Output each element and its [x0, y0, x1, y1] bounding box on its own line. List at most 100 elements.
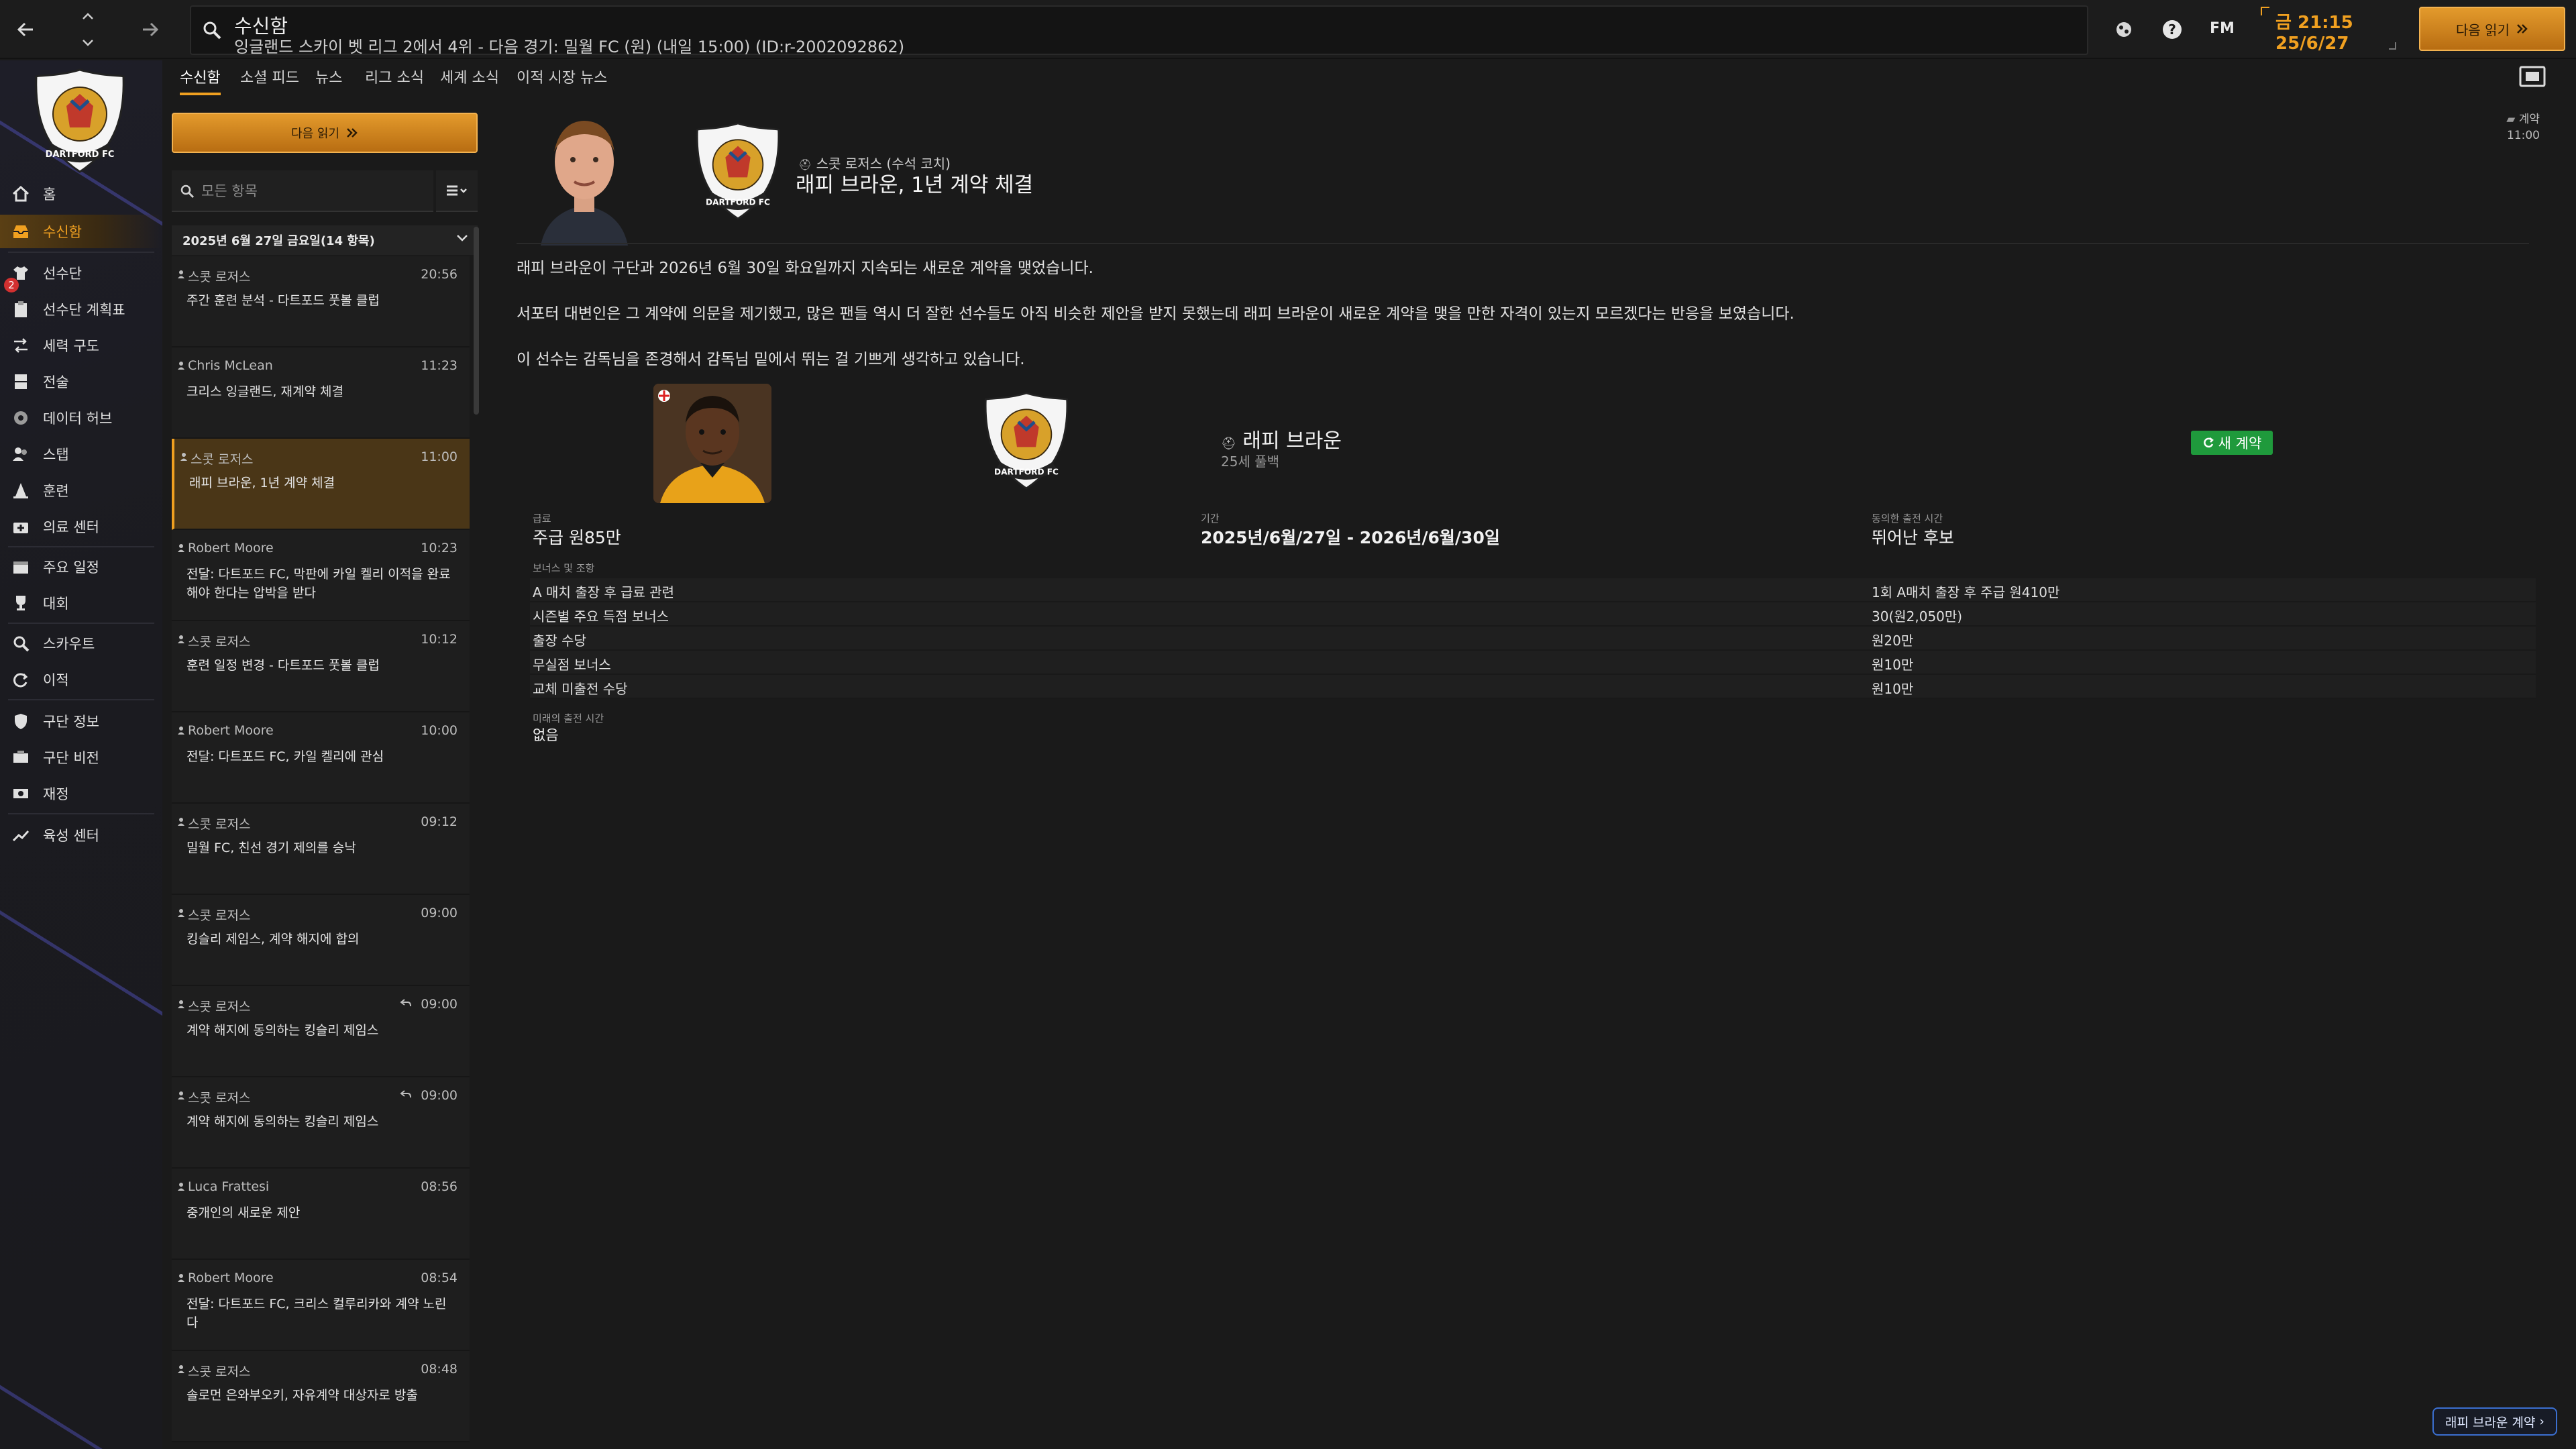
game-date: 25/6/27 [2275, 34, 2349, 54]
back-button[interactable] [12, 16, 39, 43]
forward-arrow-icon [143, 22, 159, 37]
sidebar-item-label: 대회 [43, 596, 69, 612]
message-row[interactable]: 스콧 로저스 09:00 킹슬리 제임스, 계약 해지에 합의 [172, 895, 470, 986]
transfer-icon [11, 669, 31, 690]
message-row[interactable]: Robert Moore 10:23 전달: 다트포드 FC, 막판에 카일 켈리 … [172, 530, 470, 621]
sidebar-item-label: 육성 센터 [43, 828, 99, 844]
cone-icon [11, 480, 31, 500]
message-row[interactable]: 스콧 로저스 10:12 훈련 일정 변경 - 다트포드 풋볼 클럽 [172, 621, 470, 712]
sidebar-item-squad-planner[interactable]: 선수단 계획표 [0, 292, 162, 326]
help-icon[interactable]: ? [2160, 17, 2184, 42]
message-time: 11:23 [421, 358, 458, 373]
message-row[interactable]: Luca Frattesi 08:56 중개인의 새로운 제안 [172, 1169, 470, 1260]
sidebar-item-club-vision[interactable]: 구단 비전 [0, 741, 162, 774]
sidebar-item-competitions[interactable]: 대회 [0, 586, 162, 620]
message-row[interactable]: 스콧 로저스 09:12 밀월 FC, 친선 경기 제의를 승낙 [172, 804, 470, 895]
tab-social-feed[interactable]: 소셜 피드 [240, 66, 299, 93]
vision-icon [11, 747, 31, 767]
message-category: ▰ 계약 11:00 [2506, 111, 2540, 144]
person-icon [177, 635, 185, 644]
status-badge: 새 계약 [2191, 431, 2273, 455]
sidebar-item-dynamics[interactable]: 세력 구도 [0, 329, 162, 362]
tab-league-news[interactable]: 리그 소식 [365, 66, 424, 93]
message-subject: 계약 해지에 동의하는 킹슬리 제임스 [186, 1114, 379, 1129]
read-next-button[interactable]: 다음 읽기 [172, 113, 478, 153]
player-contract-button[interactable]: 래피 브라운 계약 › [2432, 1407, 2557, 1436]
game-time: 금 21:15 [2275, 13, 2353, 33]
sidebar-item-inbox[interactable]: 수신함 [0, 215, 162, 248]
sidebar-divider [8, 623, 154, 624]
sidebar-item-tactics[interactable]: 전술 [0, 365, 162, 398]
tab-transfer-news[interactable]: 이적 시장 뉴스 [517, 66, 607, 93]
history-up-button[interactable] [79, 8, 97, 24]
sidebar-item-medical[interactable]: 의료 센터 [0, 510, 162, 543]
sidebar-item-staff[interactable]: 스탭 [0, 437, 162, 471]
message-row[interactable]: Robert Moore 08:54 전달: 다트포드 FC, 크리스 컬루리카와 … [172, 1260, 470, 1351]
message-search-input[interactable] [201, 180, 423, 203]
sidebar-item-squad[interactable]: 선수단 [0, 256, 162, 290]
message-time: 20:56 [421, 267, 458, 282]
club-crest[interactable]: DARTFORD FC [691, 121, 785, 221]
sidebar-item-data-hub[interactable]: 데이터 허브 [0, 401, 162, 435]
sidebar-item-transfers[interactable]: 이적 [0, 663, 162, 696]
sidebar-item-finances[interactable]: 재정 [0, 777, 162, 810]
message-row[interactable]: 스콧 로저스 09:00 계약 해지에 동의하는 킹슬리 제임스 [172, 986, 470, 1077]
sidebar-item-schedule[interactable]: 주요 일정 [0, 550, 162, 584]
message-subject: 크리스 잉글랜드, 재계약 체결 [186, 384, 343, 399]
club-crest[interactable]: DARTFORD FC [979, 390, 1073, 491]
chevron-right-icon: › [2539, 1414, 2545, 1429]
message-sender: Robert Moore [188, 723, 274, 738]
tab-inbox[interactable]: 수신함 [180, 66, 221, 95]
message-row[interactable]: 스콧 로저스 08:48 솔로먼 은와부오키, 자유계약 대상자로 방출 [172, 1351, 470, 1442]
message-row[interactable]: Chris McLean 11:23 크리스 잉글랜드, 재계약 체결 [172, 347, 470, 439]
bonus-value: 30(원2,050만) [1872, 608, 1963, 625]
sidebar-item-training[interactable]: 훈련 [0, 474, 162, 507]
list-scrollbar[interactable] [474, 227, 479, 415]
finance-icon [11, 784, 31, 804]
history-down-button[interactable] [79, 35, 97, 51]
message-time: 08:54 [421, 1271, 458, 1285]
tab-news[interactable]: 뉴스 [315, 66, 342, 93]
continue-button[interactable]: 다음 읽기 [2419, 7, 2565, 51]
sidebar-item-label: 구단 정보 [43, 714, 99, 730]
bonus-label: 출장 수당 [533, 633, 586, 649]
club-crest[interactable]: DARTFORD FC [30, 67, 130, 174]
search-bar[interactable]: 수신함 잉글랜드 스카이 벳 리그 2에서 4위 - 다음 경기: 밀월 FC … [190, 5, 2088, 56]
player-photo[interactable] [653, 384, 771, 503]
bonus-row: 교체 미출전 수당 원10만 [530, 675, 2536, 699]
date-group-header[interactable]: 2025년 6월 27일 금요일(14 항목) [172, 225, 478, 255]
sidebar-item-label: 전술 [43, 374, 69, 390]
message-row[interactable]: 스콧 로저스 11:00 래피 브라운, 1년 계약 체결 [172, 439, 470, 530]
sidebar-item-label: 의료 센터 [43, 519, 99, 535]
sidebar-item-label: 재정 [43, 786, 69, 802]
message-sender: 스콧 로저스 [191, 452, 254, 467]
tactics-board-icon [11, 372, 31, 392]
person-icon [177, 1364, 185, 1374]
sidebar-item-scouting[interactable]: 스카우트 [0, 627, 162, 660]
sidebar-item-label: 주요 일정 [43, 559, 99, 576]
playing-time-label: 동의한 출전 시간 [1872, 513, 1943, 525]
person-icon [177, 817, 185, 826]
sidebar-divider [8, 699, 154, 700]
message-row[interactable]: Robert Moore 10:00 전달: 다트포드 FC, 카일 켈리에 관심 [172, 712, 470, 804]
player-name-link[interactable]: ⛑ 래피 브라운 [1221, 424, 1342, 453]
trophy-icon [11, 593, 31, 613]
message-row[interactable]: 스콧 로저스 09:00 계약 해지에 동의하는 킹슬리 제임스 [172, 1077, 470, 1169]
message-sender: Robert Moore [188, 1271, 274, 1285]
planet-icon[interactable] [2112, 17, 2136, 42]
bonus-label: 교체 미출전 수당 [533, 681, 628, 697]
data-hub-icon [11, 408, 31, 428]
tab-world-news[interactable]: 세계 소식 [440, 66, 499, 93]
sidebar-item-club-info[interactable]: 구단 정보 [0, 704, 162, 738]
sidebar-item-development[interactable]: 육성 센터 [0, 818, 162, 852]
fm-logo[interactable]: FM [2210, 20, 2235, 37]
sidebar-item-home[interactable]: 홈 [0, 177, 162, 211]
message-sender: Robert Moore [188, 541, 274, 555]
forward-button[interactable] [137, 16, 164, 43]
screen-options-icon[interactable] [2519, 66, 2546, 89]
read-next-label: 다음 읽기 [291, 127, 339, 141]
sort-menu-button[interactable] [436, 170, 478, 212]
message-subject: 전달: 다트포드 FC, 카일 켈리에 관심 [186, 749, 384, 764]
message-row[interactable]: 스콧 로저스 20:56 주간 훈련 분석 - 다트포드 풋볼 클럽 [172, 256, 470, 347]
person-icon [177, 1182, 185, 1191]
